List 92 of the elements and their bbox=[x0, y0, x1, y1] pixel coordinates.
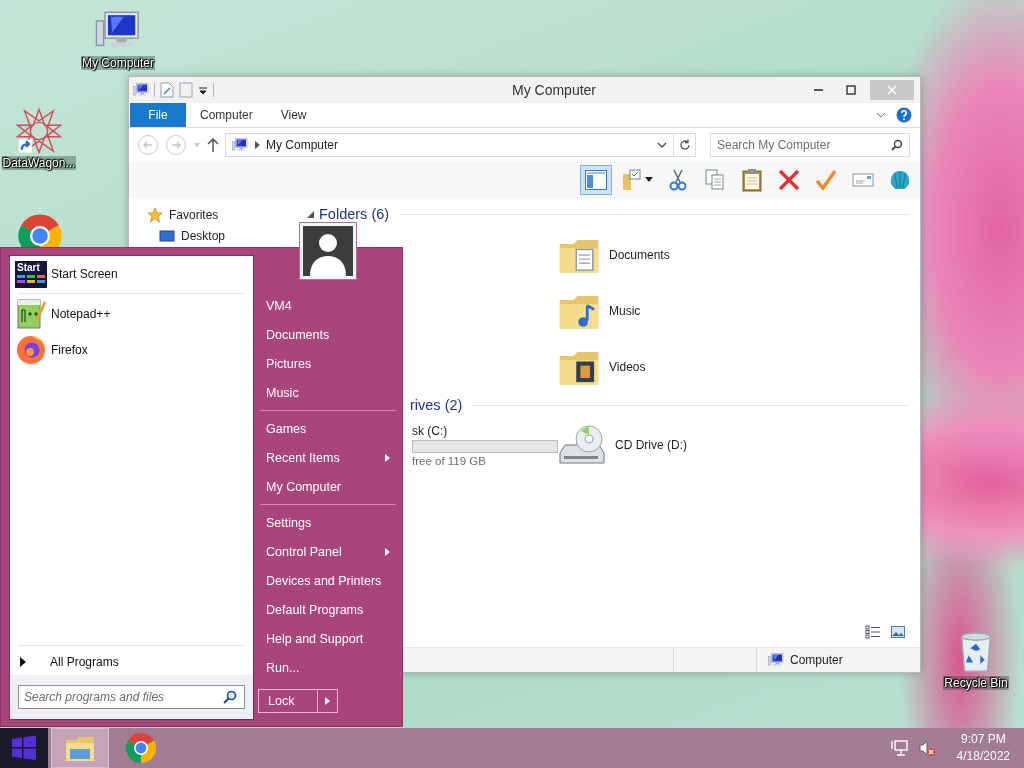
close-icon bbox=[887, 85, 897, 95]
star-icon bbox=[147, 206, 163, 223]
breadcrumb-item[interactable]: My Computer bbox=[266, 138, 651, 152]
program-item[interactable]: Firefox bbox=[10, 332, 253, 368]
lock-button[interactable]: Lock bbox=[258, 689, 318, 713]
folder-item[interactable]: Videos bbox=[557, 339, 757, 395]
menu-item[interactable]: VM4 bbox=[258, 291, 398, 320]
notepad-icon bbox=[15, 298, 47, 330]
caret-icon bbox=[645, 177, 653, 183]
menu-item[interactable]: Help and Support bbox=[258, 624, 398, 653]
drive-free-space: free of 119 GB bbox=[412, 454, 487, 467]
folder-item[interactable]: Documents bbox=[557, 227, 757, 283]
maximize-icon bbox=[846, 85, 856, 95]
properties-icon[interactable] bbox=[160, 82, 174, 98]
refresh-icon bbox=[678, 139, 691, 151]
drive-item[interactable]: CD Drive (D:) bbox=[557, 417, 757, 473]
clock-date[interactable]: 4/18/2022 bbox=[956, 748, 1010, 765]
clipboard-icon bbox=[740, 168, 764, 192]
start-screen-icon: Start bbox=[15, 260, 47, 288]
navigation-item[interactable]: Desktop bbox=[147, 225, 297, 246]
collapse-triangle-icon[interactable] bbox=[307, 210, 314, 218]
group-header[interactable]: rives (2) bbox=[410, 397, 463, 413]
menu-item[interactable]: Recent Items bbox=[258, 443, 398, 472]
breadcrumb-arrow-icon bbox=[255, 141, 260, 149]
desktop-icon-label[interactable]: Recycle Bin bbox=[943, 676, 1009, 690]
clock[interactable]: 9:07 PM 4/18/2022 bbox=[956, 731, 1010, 765]
all-programs-button[interactable]: All Programs bbox=[10, 648, 253, 675]
status-text: Computer bbox=[790, 653, 843, 667]
ribbon-tab[interactable]: Computer bbox=[186, 103, 267, 127]
desktop-icon bbox=[159, 227, 175, 244]
windows-logo-icon bbox=[10, 734, 38, 762]
muted-speaker-icon[interactable] bbox=[917, 739, 936, 757]
menu-item[interactable]: Music bbox=[258, 378, 398, 407]
menu-item[interactable]: Settings bbox=[258, 508, 398, 537]
menu-item[interactable]: Games bbox=[258, 414, 398, 443]
chevron-down-icon bbox=[657, 141, 667, 149]
folder-item[interactable]: Music bbox=[557, 283, 757, 339]
firefox-icon bbox=[15, 334, 47, 366]
computer-icon[interactable] bbox=[133, 82, 149, 98]
navigation-item[interactable]: Favorites bbox=[147, 204, 297, 225]
details-view-icon bbox=[865, 625, 881, 639]
clock-time[interactable]: 9:07 PM bbox=[960, 731, 1006, 748]
menu-item[interactable]: Devices and Printers bbox=[258, 566, 398, 595]
lock-options-button[interactable] bbox=[318, 689, 338, 713]
chrome-icon bbox=[125, 732, 157, 764]
program-item[interactable]: Start Start Screen bbox=[10, 256, 253, 292]
window-title: My Computer bbox=[511, 82, 597, 98]
star-logo-icon[interactable] bbox=[16, 108, 62, 154]
preview-pane-icon bbox=[584, 168, 608, 192]
folder-label[interactable]: Music bbox=[609, 304, 641, 318]
navigation-label[interactable]: Favorites bbox=[169, 207, 219, 222]
help-icon bbox=[896, 107, 912, 123]
drive-label[interactable]: sk (C:) bbox=[412, 423, 557, 438]
caret-icon bbox=[193, 142, 201, 148]
start-button[interactable] bbox=[0, 728, 48, 768]
computer-icon bbox=[231, 137, 249, 153]
menu-item[interactable]: Pictures bbox=[258, 349, 398, 378]
shell-icon bbox=[888, 168, 912, 192]
folder-label[interactable]: Videos bbox=[609, 360, 646, 374]
menu-item[interactable]: Documents bbox=[258, 320, 398, 349]
address-bar[interactable]: My Computer bbox=[225, 133, 696, 157]
user-avatar[interactable] bbox=[300, 223, 356, 279]
ribbon-tab[interactable]: View bbox=[266, 103, 321, 127]
large-icons-view-button[interactable] bbox=[891, 625, 905, 639]
network-icon[interactable] bbox=[890, 739, 909, 757]
folder-label[interactable]: Documents bbox=[609, 248, 670, 262]
copy-icon bbox=[703, 168, 727, 192]
search-field[interactable]: Search programs and files bbox=[18, 685, 245, 709]
program-item[interactable]: Notepad++ bbox=[10, 296, 253, 332]
minimize-icon bbox=[813, 89, 823, 91]
menu-item[interactable]: Control Panel bbox=[258, 537, 398, 566]
up-button[interactable] bbox=[207, 137, 219, 153]
drive-label[interactable]: CD Drive (D:) bbox=[615, 438, 687, 452]
details-view-button[interactable] bbox=[865, 625, 881, 639]
menu-item[interactable]: My Computer bbox=[258, 472, 398, 501]
search-icon bbox=[891, 139, 903, 151]
arrow-right-icon bbox=[325, 697, 330, 705]
expand-triangle-icon bbox=[20, 656, 26, 667]
chevron-down-icon bbox=[876, 111, 886, 119]
search-icon bbox=[223, 690, 237, 704]
checkmark-icon bbox=[814, 168, 838, 192]
navigation-label[interactable]: Desktop bbox=[181, 228, 226, 243]
preview-pane-button[interactable] bbox=[580, 165, 612, 195]
picture-icon bbox=[891, 626, 905, 638]
cd-drive-icon bbox=[557, 423, 607, 467]
computer-icon bbox=[767, 652, 785, 668]
menu-item[interactable]: Run... bbox=[258, 653, 398, 682]
file-tab[interactable]: File bbox=[130, 103, 186, 127]
menu-item[interactable]: Default Programs bbox=[258, 595, 398, 624]
group-header[interactable]: Folders (6) bbox=[319, 206, 390, 222]
cross-icon bbox=[777, 168, 801, 192]
up-arrow-icon bbox=[207, 137, 219, 153]
